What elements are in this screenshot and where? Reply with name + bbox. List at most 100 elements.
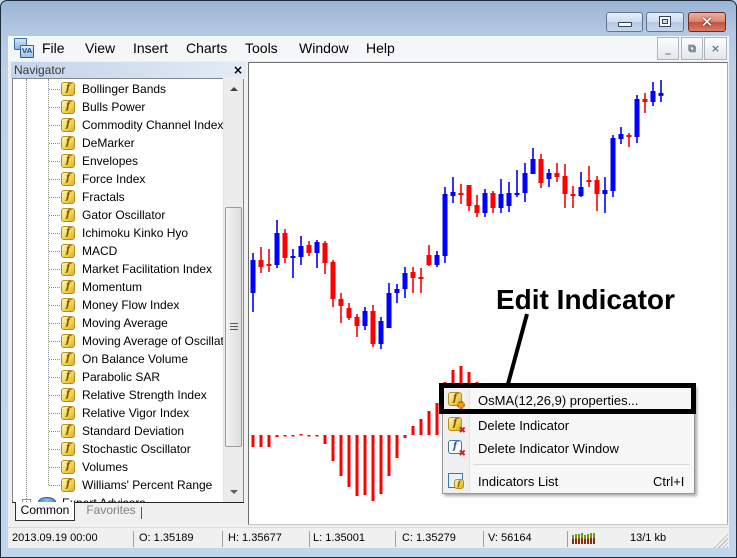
candle-body [354,317,360,326]
candle [490,191,496,214]
candle-body [402,273,408,289]
osma-bar [395,435,399,458]
navigator-item-relative-strength-index[interactable]: f Relative Strength Index [13,386,223,404]
tree-connector [49,233,60,234]
menu-file[interactable]: File [42,40,65,57]
navigator-item-demarker[interactable]: f DeMarker [13,134,223,152]
scroll-down-icon[interactable] [230,490,238,494]
tree-connector [49,323,60,324]
candle [610,134,616,198]
window-close-button[interactable]: ✕ [688,12,726,32]
tab-favorites[interactable]: Favorites [85,502,137,521]
navigator-item-expert-advisors[interactable]: + Expert Advisors [13,494,223,502]
connection-status-icon[interactable] [572,533,596,544]
resize-grip-icon[interactable] [713,533,728,548]
indicator-icon: f [61,190,75,204]
navigator-item-relative-vigor-index[interactable]: f Relative Vigor Index [13,404,223,422]
indicator-icon: f [61,244,75,258]
navigator-item-label: Gator Oscillator [82,208,166,222]
menu-window[interactable]: Window [299,40,349,57]
candle [650,81,656,106]
candle [570,185,576,209]
navigator-item-label: Relative Vigor Index [82,406,190,420]
navigator-item-stochastic-oscillator[interactable]: f Stochastic Oscillator [13,440,223,458]
candle [386,283,392,329]
indicator-icon: f [61,298,75,312]
tab-common[interactable]: Common [15,502,75,521]
candle [290,248,296,279]
menu-item-shortcut: Ctrl+I [653,474,685,489]
navigator-item-label: Force Index [82,172,146,186]
navigator-item-gator-oscillator[interactable]: f Gator Oscillator [13,206,223,224]
navigator-item-moving-average[interactable]: f Moving Average [13,314,223,332]
navigator-item-bulls-power[interactable]: f Bulls Power [13,98,223,116]
navigator-item-label: Stochastic Oscillator [82,442,191,456]
mdi-minimize-icon: _ [665,42,671,55]
scroll-up-icon[interactable] [230,87,238,91]
navigator-item-moving-average-of-oscillator[interactable]: f Moving Average of Oscillator [13,332,223,350]
osma-bar [387,435,391,476]
tree-connector [49,287,60,288]
navigator-item-label: Commodity Channel Index [82,118,223,132]
scrollbar-thumb[interactable] [225,207,242,447]
candle-body [410,271,416,279]
navigator-item-ichimoku-kinko-hyo[interactable]: f Ichimoku Kinko Hyo [13,224,223,242]
navigator-item-money-flow-index[interactable]: f Money Flow Index [13,296,223,314]
navigator-item-market-facilitation-index[interactable]: f Market Facilitation Index [13,260,223,278]
navigator-item-force-index[interactable]: f Force Index [13,170,223,188]
navigator-item-williams-percent-range[interactable]: f Williams' Percent Range [13,476,223,494]
navigator-item-envelopes[interactable]: f Envelopes [13,152,223,170]
mdi-restore-button[interactable]: ⧉ [681,37,703,60]
candle [402,267,408,299]
navigator-item-label: Fractals [82,190,125,204]
menu-item-delete-indicator[interactable]: f ✖ Delete Indicator [443,414,694,437]
osma-bar [363,435,367,495]
navigator-item-standard-deviation[interactable]: f Standard Deviation [13,422,223,440]
navigator-item-label: Volumes [82,460,129,474]
candle-body [258,260,264,268]
window-maximize-button[interactable] [646,12,684,32]
navigator-scrollbar[interactable] [223,79,244,502]
navigator-item-momentum[interactable]: f Momentum [13,278,223,296]
menu-separator [473,464,690,465]
navigator-item-label: Expert Advisors [62,494,145,502]
osma-bar [339,435,343,476]
candle-body [314,241,320,254]
menu-insert[interactable]: Insert [133,40,168,57]
candle-body [530,158,536,175]
mdi-minimize-button[interactable]: _ [657,37,679,60]
candle-body [650,91,656,102]
navigator-item-bollinger-bands[interactable]: f Bollinger Bands [13,80,223,98]
menu-item-indicators-list[interactable]: f Indicators List Ctrl+I [443,470,694,493]
candle-body [322,243,328,264]
metatrader-app-icon[interactable]: VA [14,38,34,58]
candle [282,228,288,264]
candle [378,317,384,349]
navigator-item-on-balance-volume[interactable]: f On Balance Volume [13,350,223,368]
navigator-item-parabolic-sar[interactable]: f Parabolic SAR [13,368,223,386]
tree-connector [49,179,60,180]
edit-indicator-annotation: Edit Indicator [496,284,675,315]
status-separator [222,531,223,547]
menu-charts[interactable]: Charts [186,40,227,57]
navigator-item-commodity-channel-index[interactable]: f Commodity Channel Index [13,116,223,134]
menu-help[interactable]: Help [366,40,395,57]
menu-view[interactable]: View [85,40,115,57]
candle [274,220,280,269]
tree-connector [49,161,60,162]
mdi-close-button[interactable]: × [704,37,727,60]
candle-body [586,180,592,183]
menu-tools[interactable]: Tools [245,40,278,57]
mdi-close-icon: × [710,42,721,55]
navigator-close-icon[interactable]: × [233,62,243,78]
navigator-header: Navigator × [11,62,246,78]
window-minimize-button[interactable] [606,12,643,32]
tree-connector [49,449,60,450]
candle [634,94,640,144]
navigator-item-fractals[interactable]: f Fractals [13,188,223,206]
candle-body [594,180,600,195]
navigator-item-volumes[interactable]: f Volumes [13,458,223,476]
navigator-item-macd[interactable]: f MACD [13,242,223,260]
menu-item-delete-indicator-window[interactable]: f ✖ Delete Indicator Window [443,437,694,460]
candle-body [418,277,424,280]
